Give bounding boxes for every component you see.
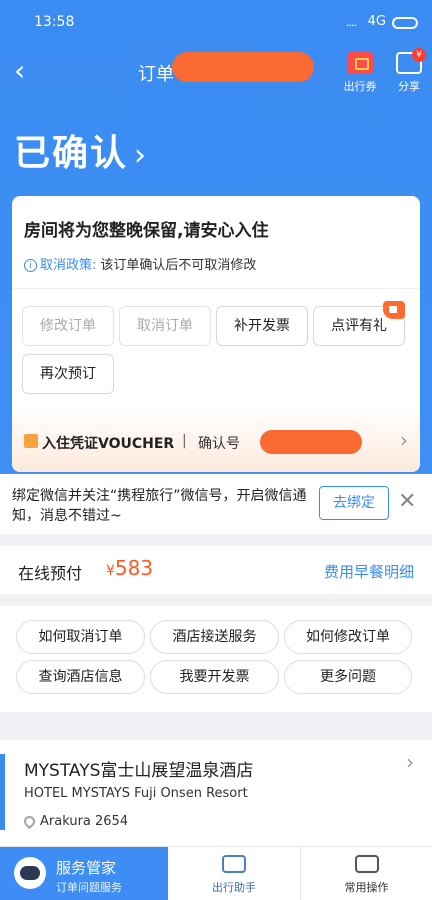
faq-chip[interactable]: 查询酒店信息 (16, 660, 145, 694)
share-badge: ¥ (412, 48, 426, 62)
helper-label: 出行助手 (212, 881, 256, 894)
voucher-row[interactable]: 入住凭证VOUCHER | 确认号 › (12, 408, 420, 472)
ticket-label: 出行券 (343, 80, 377, 93)
share-icon: ¥ (396, 48, 426, 74)
inbox-icon (354, 855, 379, 873)
faq-chip[interactable]: 如何取消订单 (16, 620, 145, 654)
hotel-accent-bar (0, 754, 5, 830)
travel-ticket-button[interactable]: 出行券 (340, 52, 380, 94)
modify-order-button[interactable]: 修改订单 (22, 306, 114, 346)
voucher-separator: | (182, 433, 187, 449)
ticket-icon (347, 52, 373, 74)
bind-wechat-button[interactable]: 去绑定 (319, 486, 389, 520)
chevron-right-icon: › (400, 428, 408, 452)
payment-label: 在线预付 (18, 564, 83, 583)
reissue-invoice-button[interactable]: 补开发票 (216, 306, 308, 346)
faq-chip[interactable]: 我要开发票 (150, 660, 279, 694)
redacted-order-number (172, 52, 314, 82)
chevron-right-icon: › (406, 750, 414, 774)
robot-avatar-icon (14, 857, 46, 889)
chevron-right-icon: › (134, 138, 149, 173)
order-status-title: 已确认 (14, 133, 129, 174)
common-actions-tab[interactable]: 常用操作 (300, 847, 432, 900)
policy-label[interactable]: 取消政策: (40, 258, 96, 273)
location-pin-icon (21, 813, 38, 830)
address-text: Arakura 2654 (40, 814, 129, 829)
cancel-policy: i 取消政策: 该订单确认后不可取消修改 (24, 254, 256, 273)
travel-helper-tab[interactable]: 出行助手 (168, 847, 300, 900)
service-butler-tab[interactable]: 服务管家 订单问题服务 (0, 847, 168, 900)
fee-detail-link[interactable]: 费用早餐明细 (324, 561, 414, 582)
hotel-card[interactable]: MYSTAYS富士山展望温泉酒店 HOTEL MYSTAYS Fuji Onse… (0, 740, 432, 846)
confirmation-label: 确认号 (198, 436, 240, 452)
common-label: 常用操作 (344, 881, 389, 894)
nav-bar: ‹ 订单 出行券 ¥ 分享 (0, 46, 432, 100)
wechat-text: 绑定微信并关注“携程旅行”微信号，开启微信通知，消息不错过~ (12, 488, 307, 524)
faq-chip[interactable]: 酒店接送服务 (150, 620, 279, 654)
share-label: 分享 (398, 80, 420, 93)
signal-icon: .... (346, 16, 357, 29)
redacted-confirmation-number (260, 430, 362, 454)
status-bar: 13:58 .... 4G (0, 0, 432, 46)
faq-chip[interactable]: 如何修改订单 (284, 620, 412, 654)
close-icon[interactable]: ✕ (398, 489, 416, 514)
currency-symbol: ¥ (106, 563, 115, 579)
card-headline: 房间将为您整晚保留,请安心入住 (24, 221, 269, 241)
info-icon: i (24, 259, 37, 272)
policy-text: 该订单确认后不可取消修改 (100, 258, 257, 273)
divider (12, 288, 420, 289)
voucher-icon (24, 434, 38, 448)
battery-icon (392, 17, 418, 29)
hotel-address: Arakura 2654 (21, 813, 129, 830)
faq-section: 如何取消订单 酒店接送服务 如何修改订单 查询酒店信息 我要开发票 更多问题 (0, 606, 432, 712)
service-title: 服务管家 (56, 859, 117, 877)
wechat-banner: 绑定微信并关注“携程旅行”微信号，开启微信通知，消息不错过~ 去绑定 ✕ (0, 474, 432, 534)
bottom-tab-bar: 服务管家 订单问题服务 出行助手 常用操作 (0, 846, 432, 900)
hotel-name: MYSTAYS富士山展望温泉酒店 (24, 761, 254, 781)
payment-amount: ¥583 (106, 556, 153, 580)
status-time: 13:58 (34, 14, 75, 30)
helper-icon (222, 855, 246, 873)
hotel-name-en: HOTEL MYSTAYS Fuji Onsen Resort (24, 786, 248, 801)
order-card: 房间将为您整晚保留,请安心入住 i 取消政策: 该订单确认后不可取消修改 修改订单 … (12, 196, 420, 472)
review-gift-button[interactable]: 点评有礼 (313, 301, 405, 346)
voucher-label: 入住凭证VOUCHER (42, 436, 175, 452)
service-subtitle: 订单问题服务 (56, 881, 122, 894)
share-button[interactable]: ¥ 分享 (392, 48, 426, 94)
cancel-order-button[interactable]: 取消订单 (119, 306, 211, 346)
amount-value: 583 (114, 556, 154, 580)
payment-row: 在线预付 ¥583 费用早餐明细 (0, 546, 432, 594)
network-label: 4G (367, 14, 386, 29)
rebook-button[interactable]: 再次预订 (22, 354, 114, 394)
review-gift-label: 点评有礼 (331, 318, 387, 334)
video-badge-icon (383, 301, 405, 319)
order-status-link[interactable]: 已确认 › (14, 124, 148, 176)
faq-chip[interactable]: 更多问题 (284, 660, 412, 694)
back-arrow-icon[interactable]: ‹ (14, 56, 40, 86)
page-title: 订单 (138, 64, 174, 85)
